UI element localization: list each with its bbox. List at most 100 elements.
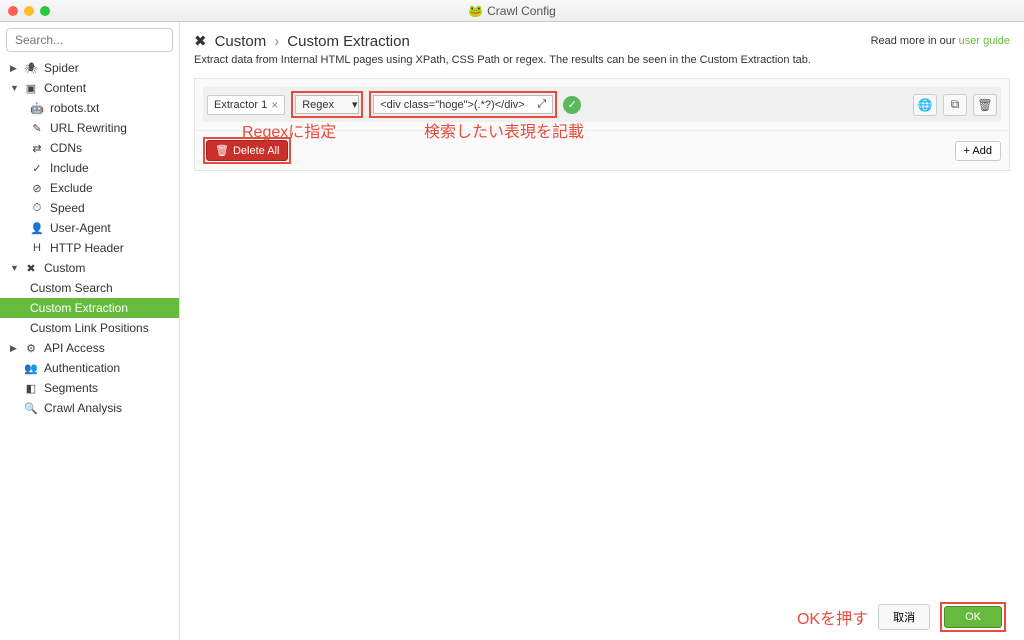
- sidebar-item-label: HTTP Header: [50, 241, 124, 255]
- item-icon: ⊘: [30, 182, 44, 195]
- sidebar-item-custom-extraction[interactable]: Custom Extraction: [0, 298, 179, 318]
- item-icon: 🕷: [24, 62, 38, 75]
- dialog-footer: OKを押す 取消 OK: [194, 594, 1010, 632]
- readmore: Read more in our user guide: [871, 35, 1010, 47]
- caret-icon: ▼: [10, 83, 18, 93]
- sidebar-item-label: Speed: [50, 201, 85, 215]
- sidebar-item-label: Custom: [44, 261, 85, 275]
- extractor-row: Extractor 1 × Regex ▾ <div class="hoge">…: [203, 87, 1001, 122]
- item-icon: ✎: [30, 122, 44, 135]
- main-panel: ✖ Custom › Custom Extraction Read more i…: [180, 22, 1024, 640]
- sidebar-item-url-rewriting[interactable]: ✎ URL Rewriting: [0, 118, 179, 138]
- titlebar: 🐸 Crawl Config: [0, 0, 1024, 22]
- item-icon: ⏱: [30, 202, 44, 215]
- sidebar-item-crawl-analysis[interactable]: 🔍Crawl Analysis: [0, 398, 179, 418]
- chevron-down-icon: ▾: [352, 98, 358, 111]
- add-button[interactable]: + Add: [955, 141, 1001, 161]
- delete-all-button[interactable]: 🗑 Delete All: [206, 140, 288, 161]
- pattern-value: <div class="hoge">(.*?)</div>: [380, 99, 524, 111]
- app-icon: 🐸: [468, 4, 483, 18]
- sidebar-item-robots-txt[interactable]: 🤖 robots.txt: [0, 98, 179, 118]
- sidebar-item-exclude[interactable]: ⊘ Exclude: [0, 178, 179, 198]
- minimize-dot[interactable]: [24, 6, 34, 16]
- window-controls[interactable]: [8, 6, 50, 16]
- item-icon: ◧: [24, 382, 38, 395]
- delete-row-button[interactable]: 🗑: [973, 94, 997, 116]
- sidebar-item-include[interactable]: ✓ Include: [0, 158, 179, 178]
- sidebar-item-label: Spider: [44, 61, 79, 75]
- sidebar-item-custom-search[interactable]: Custom Search: [0, 278, 179, 298]
- breadcrumb-root: Custom: [215, 33, 267, 50]
- sidebar-item-label: Segments: [44, 381, 98, 395]
- sidebar-item-spider[interactable]: ▶ 🕷 Spider: [0, 58, 179, 78]
- item-icon: ▣: [24, 82, 38, 95]
- expand-icon[interactable]: ⤢: [537, 98, 546, 111]
- window-title: 🐸 Crawl Config: [468, 4, 556, 18]
- sidebar-item-segments[interactable]: ◧ Segments: [0, 378, 179, 398]
- sidebar-item-label: Authentication: [44, 361, 120, 375]
- sidebar-tree: ▶ 🕷 Spider ▼ ▣ Content🤖 robots.txt ✎ URL Rewriti…: [0, 58, 179, 640]
- sidebar-item-cdns[interactable]: ⇄ CDNs: [0, 138, 179, 158]
- zoom-dot[interactable]: [40, 6, 50, 16]
- copy-button[interactable]: ⧉: [943, 94, 967, 116]
- sidebar-item-http-header[interactable]: H HTTP Header: [0, 238, 179, 258]
- trash-icon: 🗑: [215, 144, 229, 157]
- sidebar: ▶ 🕷 Spider ▼ ▣ Content🤖 robots.txt ✎ URL Rewriti…: [0, 22, 180, 640]
- valid-icon: ✓: [563, 96, 581, 114]
- user-guide-link[interactable]: user guide: [959, 35, 1010, 47]
- window-title-text: Crawl Config: [487, 4, 556, 18]
- sidebar-item-label: User-Agent: [50, 221, 111, 235]
- ok-button[interactable]: OK: [944, 606, 1002, 628]
- item-icon: 🤖: [30, 102, 44, 115]
- mode-select[interactable]: Regex ▾: [295, 95, 359, 114]
- annotation-ok: OKを押す: [797, 605, 868, 629]
- sidebar-item-custom[interactable]: ▼ ✖ Custom: [0, 258, 179, 278]
- item-icon: ⇄: [30, 142, 44, 155]
- mode-value: Regex: [302, 99, 334, 111]
- caret-icon: ▶: [10, 63, 18, 74]
- sidebar-item-label: Custom Extraction: [30, 301, 128, 315]
- item-icon: 🔍: [24, 402, 38, 415]
- sidebar-item-content[interactable]: ▼ ▣ Content: [0, 78, 179, 98]
- readmore-prefix: Read more in our: [871, 35, 959, 47]
- annotation-regex: Regexに指定: [242, 118, 336, 142]
- close-dot[interactable]: [8, 6, 18, 16]
- tools-icon: ✖: [194, 32, 207, 50]
- sidebar-item-label: robots.txt: [50, 101, 99, 115]
- item-icon: H: [30, 242, 44, 254]
- sidebar-item-speed[interactable]: ⏱ Speed: [0, 198, 179, 218]
- extractor-name: Extractor 1: [214, 99, 267, 111]
- sidebar-item-custom-link-positions[interactable]: Custom Link Positions: [0, 318, 179, 338]
- item-icon: 👥: [24, 362, 38, 375]
- sidebar-item-label: Custom Search: [30, 281, 113, 295]
- item-icon: ⚙: [24, 342, 38, 355]
- sidebar-item-authentication[interactable]: 👥 Authentication: [0, 358, 179, 378]
- sidebar-item-label: CDNs: [50, 141, 82, 155]
- item-icon: 👤: [30, 222, 44, 235]
- caret-icon: ▼: [10, 263, 18, 273]
- extractor-name-chip[interactable]: Extractor 1 ×: [207, 95, 285, 115]
- sidebar-item-label: Include: [50, 161, 89, 175]
- sidebar-item-api-access[interactable]: ▶ ⚙ API Access: [0, 338, 179, 358]
- sidebar-item-label: Content: [44, 81, 86, 95]
- sidebar-item-label: Custom Link Positions: [30, 321, 149, 335]
- cancel-button[interactable]: 取消: [878, 604, 930, 630]
- item-icon: ✓: [30, 162, 44, 175]
- item-icon: ✖: [24, 262, 38, 275]
- sidebar-item-label: Exclude: [50, 181, 93, 195]
- breadcrumb-current: Custom Extraction: [287, 33, 410, 50]
- description: Extract data from Internal HTML pages us…: [194, 54, 1010, 66]
- breadcrumb-sep: ›: [274, 33, 279, 50]
- search-input[interactable]: [6, 28, 173, 52]
- clear-name-icon[interactable]: ×: [271, 98, 278, 112]
- sidebar-item-label: API Access: [44, 341, 105, 355]
- breadcrumb: ✖ Custom › Custom Extraction Read more i…: [194, 32, 1010, 50]
- sidebar-item-user-agent[interactable]: 👤 User-Agent: [0, 218, 179, 238]
- search-container: [6, 28, 173, 52]
- caret-icon: ▶: [10, 343, 18, 354]
- globe-button[interactable]: 🌐: [913, 94, 937, 116]
- annotation-pattern: 検索したい表現を記載: [424, 118, 584, 142]
- sidebar-item-label: URL Rewriting: [50, 121, 127, 135]
- delete-all-label: Delete All: [233, 145, 279, 157]
- pattern-input[interactable]: <div class="hoge">(.*?)</div> ⤢: [373, 95, 553, 114]
